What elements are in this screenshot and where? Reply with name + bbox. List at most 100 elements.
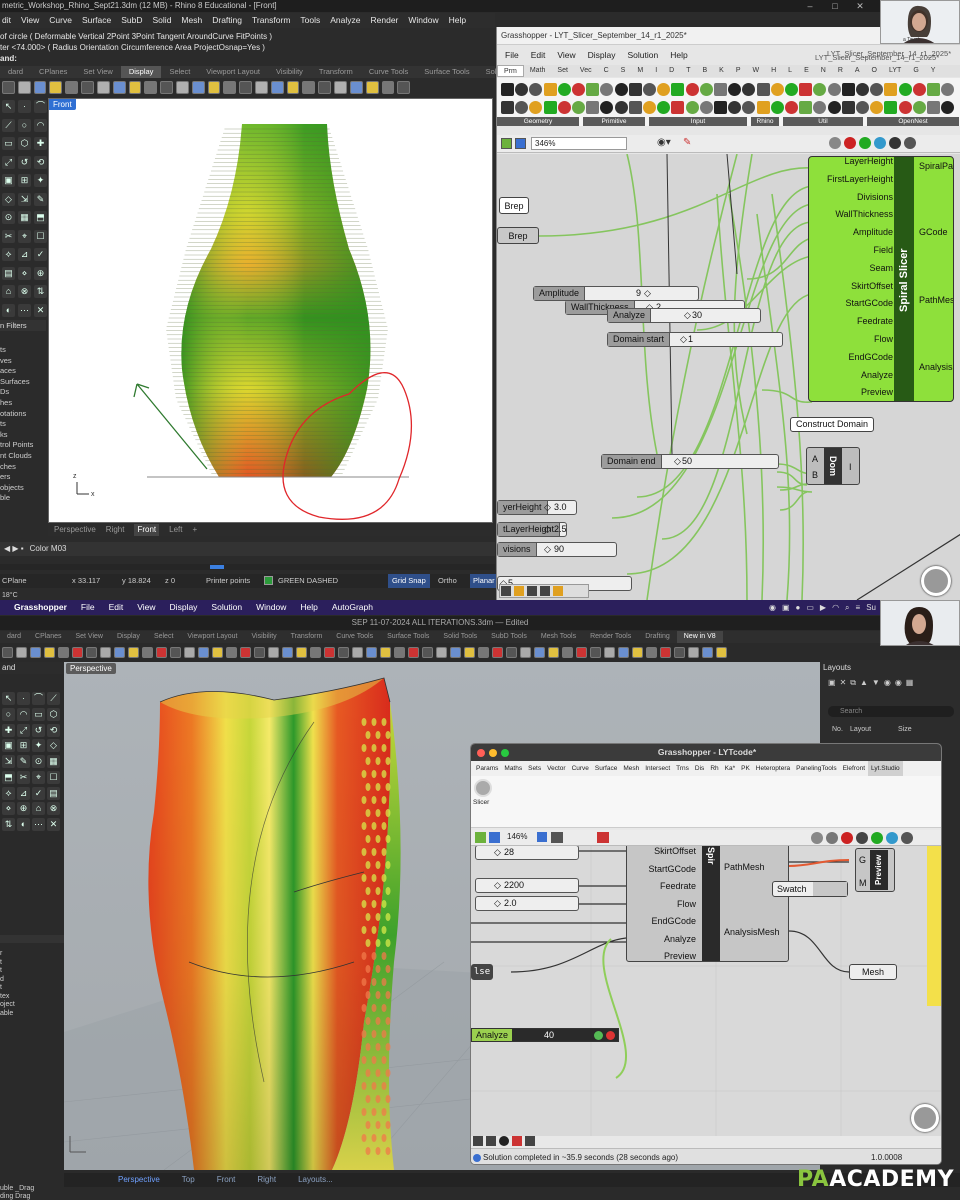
mac-menu-file[interactable]: File: [81, 600, 95, 615]
toolbar-icon[interactable]: [366, 646, 377, 658]
tool-icon[interactable]: ⇅: [2, 818, 15, 832]
gh-component-icon[interactable]: [586, 83, 600, 96]
display-tool-icon[interactable]: [270, 80, 284, 94]
gh-component-icon[interactable]: [501, 101, 514, 114]
save-icon[interactable]: [515, 138, 526, 149]
control-center-icon[interactable]: ≡: [856, 600, 861, 615]
gh-component-icon[interactable]: [912, 101, 926, 114]
slider-grip[interactable]: ◇: [494, 846, 501, 859]
toolbar-tab-solid-tools[interactable]: Solid Tools: [436, 631, 484, 643]
display-tool-icon[interactable]: [81, 80, 94, 94]
layouts-search[interactable]: Search: [828, 706, 954, 717]
construct-domain-component[interactable]: A B Dom I: [806, 447, 860, 485]
gh-component-icon[interactable]: [827, 83, 841, 96]
toolbar-icon[interactable]: [604, 646, 615, 658]
gh2-tab-sets[interactable]: Sets: [525, 761, 544, 776]
tool-icon[interactable]: ⟋: [47, 692, 60, 705]
tool-icon[interactable]: ✓: [34, 248, 47, 261]
slider-value-2200[interactable]: ◇ 2200: [475, 878, 579, 893]
toolbar-tab-cplanes[interactable]: CPlanes: [28, 631, 68, 643]
toolbar-tab-display[interactable]: Display: [120, 66, 162, 78]
toolbar-tab-drafting[interactable]: Drafting: [638, 631, 677, 643]
viewport-tab-left[interactable]: Left: [169, 524, 182, 536]
toolbar-tab-visibility[interactable]: Visibility: [244, 631, 283, 643]
slider-domain-end[interactable]: Domain end 50 ◇: [601, 454, 779, 469]
mac-menu-window[interactable]: Window: [256, 600, 286, 615]
toolbar-tab-curve-tools[interactable]: Curve Tools: [329, 631, 380, 643]
toolbar-icon[interactable]: [618, 646, 629, 658]
gh-tab-y[interactable]: Y: [925, 65, 942, 77]
toolbar-icon[interactable]: [702, 646, 713, 658]
gh-component-icon[interactable]: [799, 83, 813, 96]
display-tool-icon[interactable]: [144, 80, 158, 94]
gh2-tab-lyt-studio[interactable]: Lyt.Studio: [868, 761, 903, 776]
gh-component-icon[interactable]: [785, 83, 798, 96]
tool-icon[interactable]: ⇲: [2, 755, 15, 769]
display-tool-icon[interactable]: [191, 80, 205, 94]
toolbar-tab-new-in-v8[interactable]: New in V8: [676, 631, 723, 643]
brep-param[interactable]: Brep: [497, 227, 539, 244]
viewport-tab-perspective[interactable]: Perspective: [118, 1173, 160, 1187]
toolbar-icon[interactable]: [324, 646, 335, 658]
slider-value-28[interactable]: ◇ 28: [475, 846, 579, 860]
tool-icon[interactable]: ✎: [17, 755, 30, 769]
gh-component-icon[interactable]: [742, 83, 756, 96]
close-window-button[interactable]: [477, 749, 485, 757]
tool-icon[interactable]: ·: [17, 692, 30, 705]
gh-component-icon[interactable]: [841, 101, 855, 114]
tool-icon[interactable]: ✂: [2, 229, 15, 243]
toolbar-icon[interactable]: [352, 646, 363, 658]
current-layer[interactable]: Color M03: [30, 544, 67, 553]
gh-component-icon[interactable]: [543, 83, 557, 96]
gh-tab-b[interactable]: B: [696, 65, 713, 77]
slider-value-2-0[interactable]: ◇ 2.0: [475, 896, 579, 911]
slider-grip[interactable]: ◇: [494, 879, 501, 892]
menu-render[interactable]: Render: [371, 13, 399, 28]
gh-component-icon[interactable]: [643, 83, 656, 96]
filter-item-ds[interactable]: Ds: [0, 387, 46, 398]
gh-component-icon[interactable]: [671, 101, 685, 114]
filter-item-ts[interactable]: ts: [0, 345, 46, 356]
viewport-tab-layouts[interactable]: Layouts...: [298, 1173, 333, 1187]
open-icon-bottom[interactable]: [475, 832, 486, 843]
gh2-tab-curve[interactable]: Curve: [569, 761, 592, 776]
toolbar-icon[interactable]: [450, 646, 461, 658]
gh-component-icon[interactable]: [628, 101, 642, 114]
tool-icon[interactable]: ⇲: [18, 192, 31, 206]
toolbar-icon[interactable]: [436, 646, 447, 658]
spiral-slicer-component[interactable]: LayerHeight FirstLayerHeight Divisions Wall…: [808, 156, 954, 402]
toolbar-icon[interactable]: [282, 646, 293, 658]
display-tool-icon[interactable]: [112, 80, 126, 94]
toolbar-icon[interactable]: [478, 646, 489, 658]
battery-icon[interactable]: ▭: [806, 600, 814, 615]
gh-component-icon[interactable]: [756, 101, 770, 114]
slider-grip[interactable]: ◇: [674, 455, 681, 468]
open-icon[interactable]: [501, 138, 512, 149]
tool-icon[interactable]: ⌒: [34, 100, 47, 113]
tool-icon[interactable]: ◇: [2, 192, 15, 206]
gh-component-icon[interactable]: [699, 101, 713, 114]
tool-icon[interactable]: ⋯: [32, 818, 45, 832]
tool-icon[interactable]: ✂: [17, 770, 30, 784]
tool-icon[interactable]: ☐: [47, 770, 60, 784]
gh-component-icon[interactable]: [614, 101, 628, 114]
gh-component-icon[interactable]: [699, 83, 713, 96]
gh-tab-n[interactable]: N: [815, 65, 832, 77]
filter-item-ers[interactable]: ers: [0, 472, 46, 483]
toolbar-icon[interactable]: [296, 646, 307, 658]
gh2-tab-intersect[interactable]: Intersect: [642, 761, 673, 776]
menu-analyze[interactable]: Analyze: [330, 13, 360, 28]
toolbar-icon[interactable]: [338, 646, 349, 658]
zoom-field[interactable]: 346%: [531, 137, 627, 150]
display-tool-icon[interactable]: [128, 80, 142, 94]
gh-tab-d[interactable]: D: [663, 65, 680, 77]
viewport-tab-front[interactable]: Front: [134, 524, 160, 536]
tool-icon[interactable]: ◐: [2, 303, 15, 317]
slider-domain-start[interactable]: Domain start 1 ◇: [607, 332, 783, 347]
tool-icon[interactable]: ⤢: [2, 155, 15, 169]
gh-menu-solution[interactable]: Solution: [628, 47, 659, 63]
tool-icon[interactable]: ✕: [47, 818, 60, 832]
gh-component-icon[interactable]: [685, 101, 699, 114]
tool-icon[interactable]: ⌖: [18, 229, 31, 243]
tool-icon[interactable]: ⌒: [32, 692, 45, 705]
